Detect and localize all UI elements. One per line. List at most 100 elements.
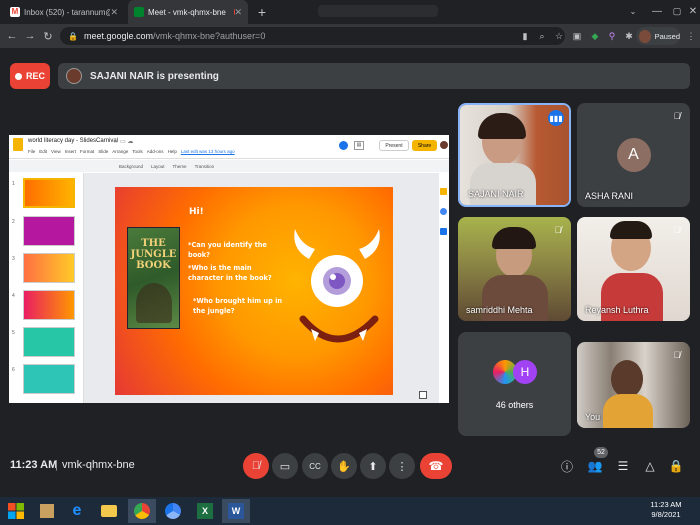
tab-search-icon[interactable]: ⌄ — [620, 0, 646, 22]
star-icon: ☆ ▭ ☁ — [113, 139, 134, 145]
slides-side-panel — [439, 173, 449, 403]
mic-off-icon: 🎙̸ — [673, 350, 681, 360]
meet-icon — [134, 7, 144, 17]
slides-doc-title: world literacy day - SlidesCarnival — [28, 138, 119, 144]
close-window-icon[interactable]: ✕ — [680, 0, 700, 22]
chrome-icon — [165, 503, 181, 519]
taskbar-file-explorer[interactable] — [96, 499, 122, 523]
profile-button[interactable]: Paused — [636, 27, 680, 45]
menu-kebab-icon[interactable]: ⋮ — [684, 29, 698, 43]
extension-search-icon[interactable]: ⚲ — [605, 29, 619, 43]
bookmark-star-icon[interactable]: ☆ — [552, 29, 566, 43]
participant-name: You — [585, 412, 601, 422]
record-dot-icon — [14, 72, 22, 80]
activities-icon: △ — [645, 459, 655, 473]
url-path: /vmk-qhmx-bne?authuser=0 — [153, 31, 266, 41]
participant-tile-you[interactable]: 🎙̸ You — [577, 342, 690, 428]
captions-icon: CC — [309, 461, 321, 471]
extension-green-icon[interactable]: ◆ — [588, 29, 602, 43]
activities-button[interactable]: △ — [641, 457, 659, 475]
participant-tile-samriddhi[interactable]: 🎙̸ samriddhi Mehta — [458, 217, 571, 321]
leave-call-button[interactable]: ☎ — [420, 453, 452, 479]
present-icon: ⬆ — [368, 460, 378, 473]
url-host: meet.google.com — [83, 31, 154, 41]
taskbar-app[interactable] — [34, 499, 60, 523]
taskbar-word[interactable]: W — [222, 499, 250, 523]
close-icon[interactable]: ✕ — [110, 7, 118, 18]
slide-question-3: *Who brought him up in the jungle? — [193, 297, 283, 315]
tab-title: Meet - vmk-qhmx-bne — [148, 7, 226, 17]
participant-tile-reyansh[interactable]: 🎙̸ Reyansh Luthra — [577, 217, 690, 321]
slides-header: world literacy day - SlidesCarnival ☆ ▭ … — [9, 135, 449, 159]
raise-hand-button[interactable]: ✋ — [331, 453, 357, 479]
current-slide: THE JUNGLE BOOK Hi! *Can you identify th… — [115, 187, 393, 395]
avatar — [639, 29, 651, 43]
avatar — [440, 141, 448, 149]
more-options-button[interactable]: ⋮ — [389, 453, 415, 479]
back-icon[interactable]: ← — [4, 28, 20, 44]
taskbar-chrome[interactable] — [128, 499, 156, 523]
mic-off-icon: 🎙̸ — [673, 111, 681, 121]
profile-status: Paused — [654, 31, 680, 41]
slides-share-button: Share — [412, 140, 437, 151]
reload-icon[interactable]: ↻ — [40, 28, 56, 44]
participant-name: Reyansh Luthra — [585, 305, 649, 315]
hang-up-icon: ☎ — [428, 459, 444, 473]
slides-filmstrip: 1 2 3 4 5 6 — [9, 173, 84, 403]
tray-time: 11:23 AM — [650, 500, 682, 509]
microphone-toggle-button[interactable]: 🎙̸ — [243, 453, 269, 479]
info-icon: ⓘ — [560, 459, 573, 474]
tab-title: Inbox (520) - tarannum@theindi... — [24, 7, 111, 17]
speaking-indicator-icon: ▮▮▮ — [548, 110, 564, 126]
captions-button[interactable]: CC — [302, 453, 328, 479]
internet-explorer-icon: e — [72, 502, 82, 519]
activity-icon — [339, 141, 348, 150]
close-icon[interactable]: ✕ — [234, 7, 242, 18]
lock-icon: 🔒 — [668, 459, 684, 473]
chrome-icon — [134, 503, 150, 519]
slides-logo-icon — [13, 138, 23, 151]
participant-tile-sajani[interactable]: ▮▮▮ SAJANI NAIR — [458, 103, 571, 207]
tab-meet[interactable]: Meet - vmk-qhmx-bne ✕ — [128, 0, 248, 24]
taskbar-chrome-2[interactable] — [160, 499, 186, 523]
windows-logo-icon — [8, 503, 24, 519]
avatar: H — [513, 360, 537, 384]
jungle-book-cover: THE JUNGLE BOOK — [127, 227, 180, 329]
system-clock[interactable]: 11:23 AM 9/8/2021 — [636, 500, 696, 520]
camera-toggle-button[interactable]: ▭ — [272, 453, 298, 479]
zoom-icon[interactable]: ⌕ — [535, 29, 549, 43]
start-button[interactable] — [0, 497, 32, 525]
taskbar-excel[interactable]: X — [192, 499, 218, 523]
new-tab-button[interactable]: + — [253, 3, 271, 21]
slide-heading: Hi! — [189, 207, 204, 217]
participant-tile-others[interactable]: H 46 others — [458, 332, 571, 436]
camera-icon[interactable]: ▮ — [518, 29, 532, 43]
folder-icon — [101, 505, 117, 517]
browser-toolbar: ← → ↻ 🔒 meet.google.com/vmk-qhmx-bne?aut… — [0, 24, 700, 48]
meeting-clock: 11:23 AM — [10, 459, 58, 471]
host-controls-button[interactable]: 🔒 — [667, 457, 685, 475]
slide-thumbnail — [23, 216, 75, 246]
tab-gmail[interactable]: M Inbox (520) - tarannum@theindi... ✕ — [4, 0, 124, 24]
chat-button[interactable]: ☰ — [614, 457, 632, 475]
others-count: 46 others — [495, 400, 534, 410]
extension-icon[interactable]: ▣ — [570, 29, 584, 43]
participant-name: samriddhi Mehta — [466, 305, 533, 315]
participant-tile-asha[interactable]: A 🎙̸ ASHA RANI — [577, 103, 690, 207]
monster-illustration — [294, 229, 380, 343]
avatar: A — [616, 138, 651, 172]
taskbar-internet-explorer[interactable]: e — [64, 499, 90, 523]
book-title: THE JUNGLE BOOK — [130, 238, 177, 271]
slide-thumbnail — [23, 290, 75, 320]
present-now-button[interactable]: ⬆ — [360, 453, 386, 479]
app-icon — [40, 504, 54, 518]
meeting-details-button[interactable]: ⓘ — [558, 457, 576, 475]
slides-menu: File Edit View Insert Format Slide Arrange Tool… — [28, 149, 235, 154]
address-bar[interactable]: 🔒 meet.google.com/vmk-qhmx-bne?authuser=… — [60, 27, 565, 45]
puzzle-icon[interactable]: ✱ — [622, 29, 636, 43]
mic-off-icon: 🎙̸ — [554, 225, 562, 235]
forward-icon[interactable]: → — [22, 28, 38, 44]
more-vertical-icon: ⋮ — [396, 460, 408, 473]
mic-off-icon: 🎙̸ — [673, 225, 681, 235]
people-button[interactable]: 👥 — [586, 457, 604, 475]
